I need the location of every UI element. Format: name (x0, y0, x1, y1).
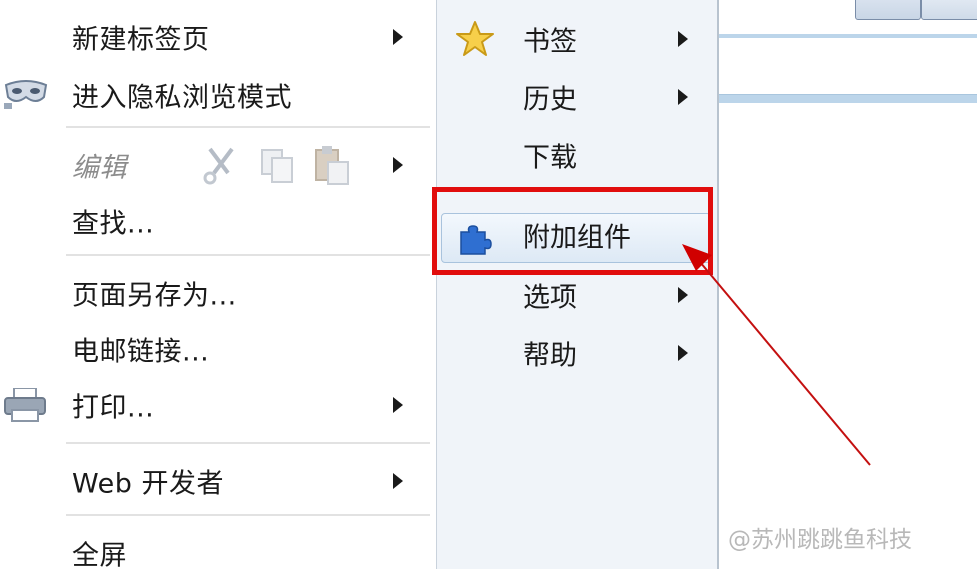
menu-item-new-tab[interactable]: 新建标签页 (0, 12, 435, 62)
menu-item-private-browsing[interactable]: 进入隐私浏览模式 (0, 70, 435, 120)
menu-item-label: 新建标签页 (72, 24, 210, 56)
submenu-arrow-icon (393, 29, 403, 45)
menu-separator (66, 254, 430, 256)
menu-item-edit[interactable]: 编辑 (0, 140, 435, 190)
browser-window-fragment (716, 0, 977, 120)
submenu-arrow-icon (678, 287, 688, 303)
submenu-arrow-icon (393, 157, 403, 173)
menu-item-options[interactable]: 选项 (437, 270, 717, 320)
cut-icon (200, 145, 240, 189)
menu-item-label: Web 开发者 (72, 468, 224, 500)
watermark: @苏州跳跳鱼科技 (728, 527, 912, 553)
submenu-panel: 书签 历史 下载 附加组件 选项 帮助 (436, 0, 719, 569)
menu-item-label: 页面另存为... (72, 280, 237, 312)
menu-item-web-developer[interactable]: Web 开发者 (0, 456, 435, 506)
menu-item-save-page-as[interactable]: 页面另存为... (0, 268, 435, 318)
menu-item-history[interactable]: 历史 (437, 72, 717, 122)
paste-icon (312, 144, 352, 190)
mask-icon (4, 79, 48, 113)
menu-item-print[interactable]: 打印... (0, 380, 435, 430)
menu-item-label: 编辑 (72, 152, 127, 184)
star-icon (455, 20, 495, 62)
menu-separator (66, 126, 430, 128)
menu-item-find[interactable]: 查找... (0, 196, 435, 246)
menu-item-label: 帮助 (523, 340, 577, 372)
menu-separator (66, 442, 430, 444)
submenu-arrow-icon (678, 89, 688, 105)
menu-item-label: 全屏 (72, 540, 127, 572)
menu-item-label: 选项 (523, 282, 577, 314)
submenu-arrow-icon (678, 345, 688, 361)
window-button[interactable] (921, 0, 977, 20)
submenu-arrow-icon (393, 397, 403, 413)
copy-icon (258, 146, 298, 190)
window-button[interactable] (855, 0, 921, 20)
menu-separator (66, 514, 430, 516)
toolbar-line (716, 34, 977, 38)
menu-item-label: 电邮链接... (72, 336, 210, 368)
main-menu: 新建标签页 进入隐私浏览模式 编辑 查找... 页面另存为... 电邮链接...… (0, 0, 435, 572)
menu-item-label: 进入隐私浏览模式 (72, 82, 292, 114)
annotation-highlight-box (432, 187, 713, 275)
menu-item-label: 历史 (523, 84, 577, 116)
printer-icon (4, 387, 46, 426)
toolbar-line (716, 94, 977, 103)
menu-item-email-link[interactable]: 电邮链接... (0, 324, 435, 374)
menu-item-label: 下载 (523, 142, 577, 174)
menu-item-fullscreen[interactable]: 全屏 (0, 528, 435, 578)
menu-item-downloads[interactable]: 下载 (437, 130, 717, 180)
menu-item-label: 书签 (523, 26, 577, 58)
menu-item-help[interactable]: 帮助 (437, 328, 717, 378)
submenu-arrow-icon (678, 31, 688, 47)
menu-item-bookmarks[interactable]: 书签 (437, 14, 717, 64)
menu-item-label: 打印... (72, 392, 155, 424)
submenu-arrow-icon (393, 473, 403, 489)
menu-item-label: 查找... (72, 208, 155, 240)
